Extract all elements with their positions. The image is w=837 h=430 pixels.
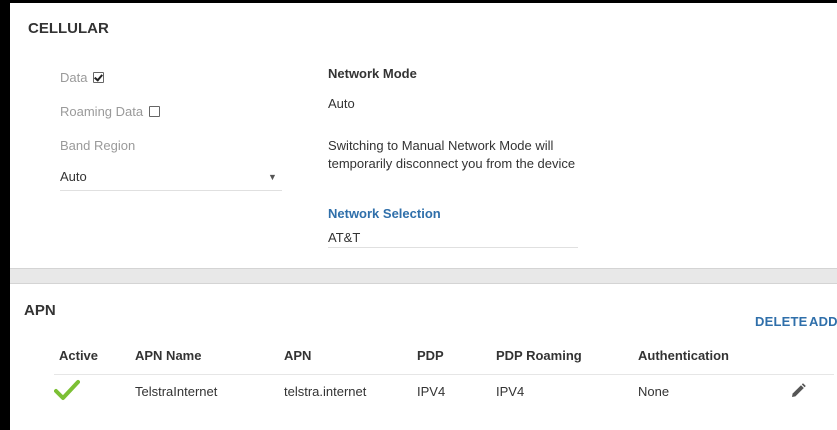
table-header-divider bbox=[54, 374, 834, 375]
band-region-underline bbox=[60, 190, 282, 191]
apn-card: APN DELETE ADD Active APN Name APN PDP P… bbox=[14, 284, 837, 430]
cell-authentication: None bbox=[638, 384, 670, 399]
band-region-label: Band Region bbox=[60, 138, 136, 153]
window-frame-top bbox=[0, 0, 837, 3]
delete-button[interactable]: DELETE bbox=[755, 314, 807, 329]
roaming-toggle[interactable]: Roaming Data bbox=[60, 104, 160, 119]
data-checkbox[interactable] bbox=[93, 72, 105, 83]
band-region-select[interactable]: Auto bbox=[60, 169, 87, 184]
apn-title: APN bbox=[24, 302, 56, 319]
network-mode-label: Network Mode bbox=[328, 66, 417, 81]
select-caret-icon[interactable]: ▼ bbox=[268, 172, 277, 182]
col-header-apn: APN bbox=[284, 348, 312, 363]
cellular-title: CELLULAR bbox=[28, 20, 109, 37]
cell-apn-name: TelstraInternet bbox=[135, 384, 218, 399]
col-header-pdp: PDP bbox=[417, 348, 444, 363]
network-selection-value[interactable]: AT&T bbox=[328, 230, 360, 245]
active-check-icon bbox=[54, 380, 80, 400]
col-header-apn-name: APN Name bbox=[135, 348, 202, 363]
network-selection-underline bbox=[328, 247, 578, 248]
cellular-card: CELLULAR Data Roaming Data Band Region A… bbox=[14, 6, 837, 268]
window-frame-left bbox=[0, 0, 10, 430]
add-button[interactable]: ADD bbox=[809, 314, 837, 329]
network-selection-label: Network Selection bbox=[328, 206, 441, 221]
cell-pdp-roaming: IPV4 bbox=[496, 384, 525, 399]
roaming-label: Roaming Data bbox=[60, 104, 144, 119]
network-mode-value: Auto bbox=[328, 96, 355, 111]
roaming-checkbox[interactable] bbox=[148, 106, 160, 117]
data-label: Data bbox=[60, 70, 88, 85]
cell-apn: telstra.internet bbox=[284, 384, 367, 399]
section-gap bbox=[10, 268, 837, 284]
col-header-authentication: Authentication bbox=[638, 348, 729, 363]
network-mode-warning: Switching to Manual Network Mode will te… bbox=[328, 138, 576, 171]
col-header-active: Active bbox=[59, 348, 99, 363]
edit-pencil-icon[interactable] bbox=[789, 382, 807, 400]
col-header-pdp-roaming: PDP Roaming bbox=[496, 348, 582, 363]
cell-pdp: IPV4 bbox=[417, 384, 446, 399]
data-toggle[interactable]: Data bbox=[60, 70, 105, 85]
